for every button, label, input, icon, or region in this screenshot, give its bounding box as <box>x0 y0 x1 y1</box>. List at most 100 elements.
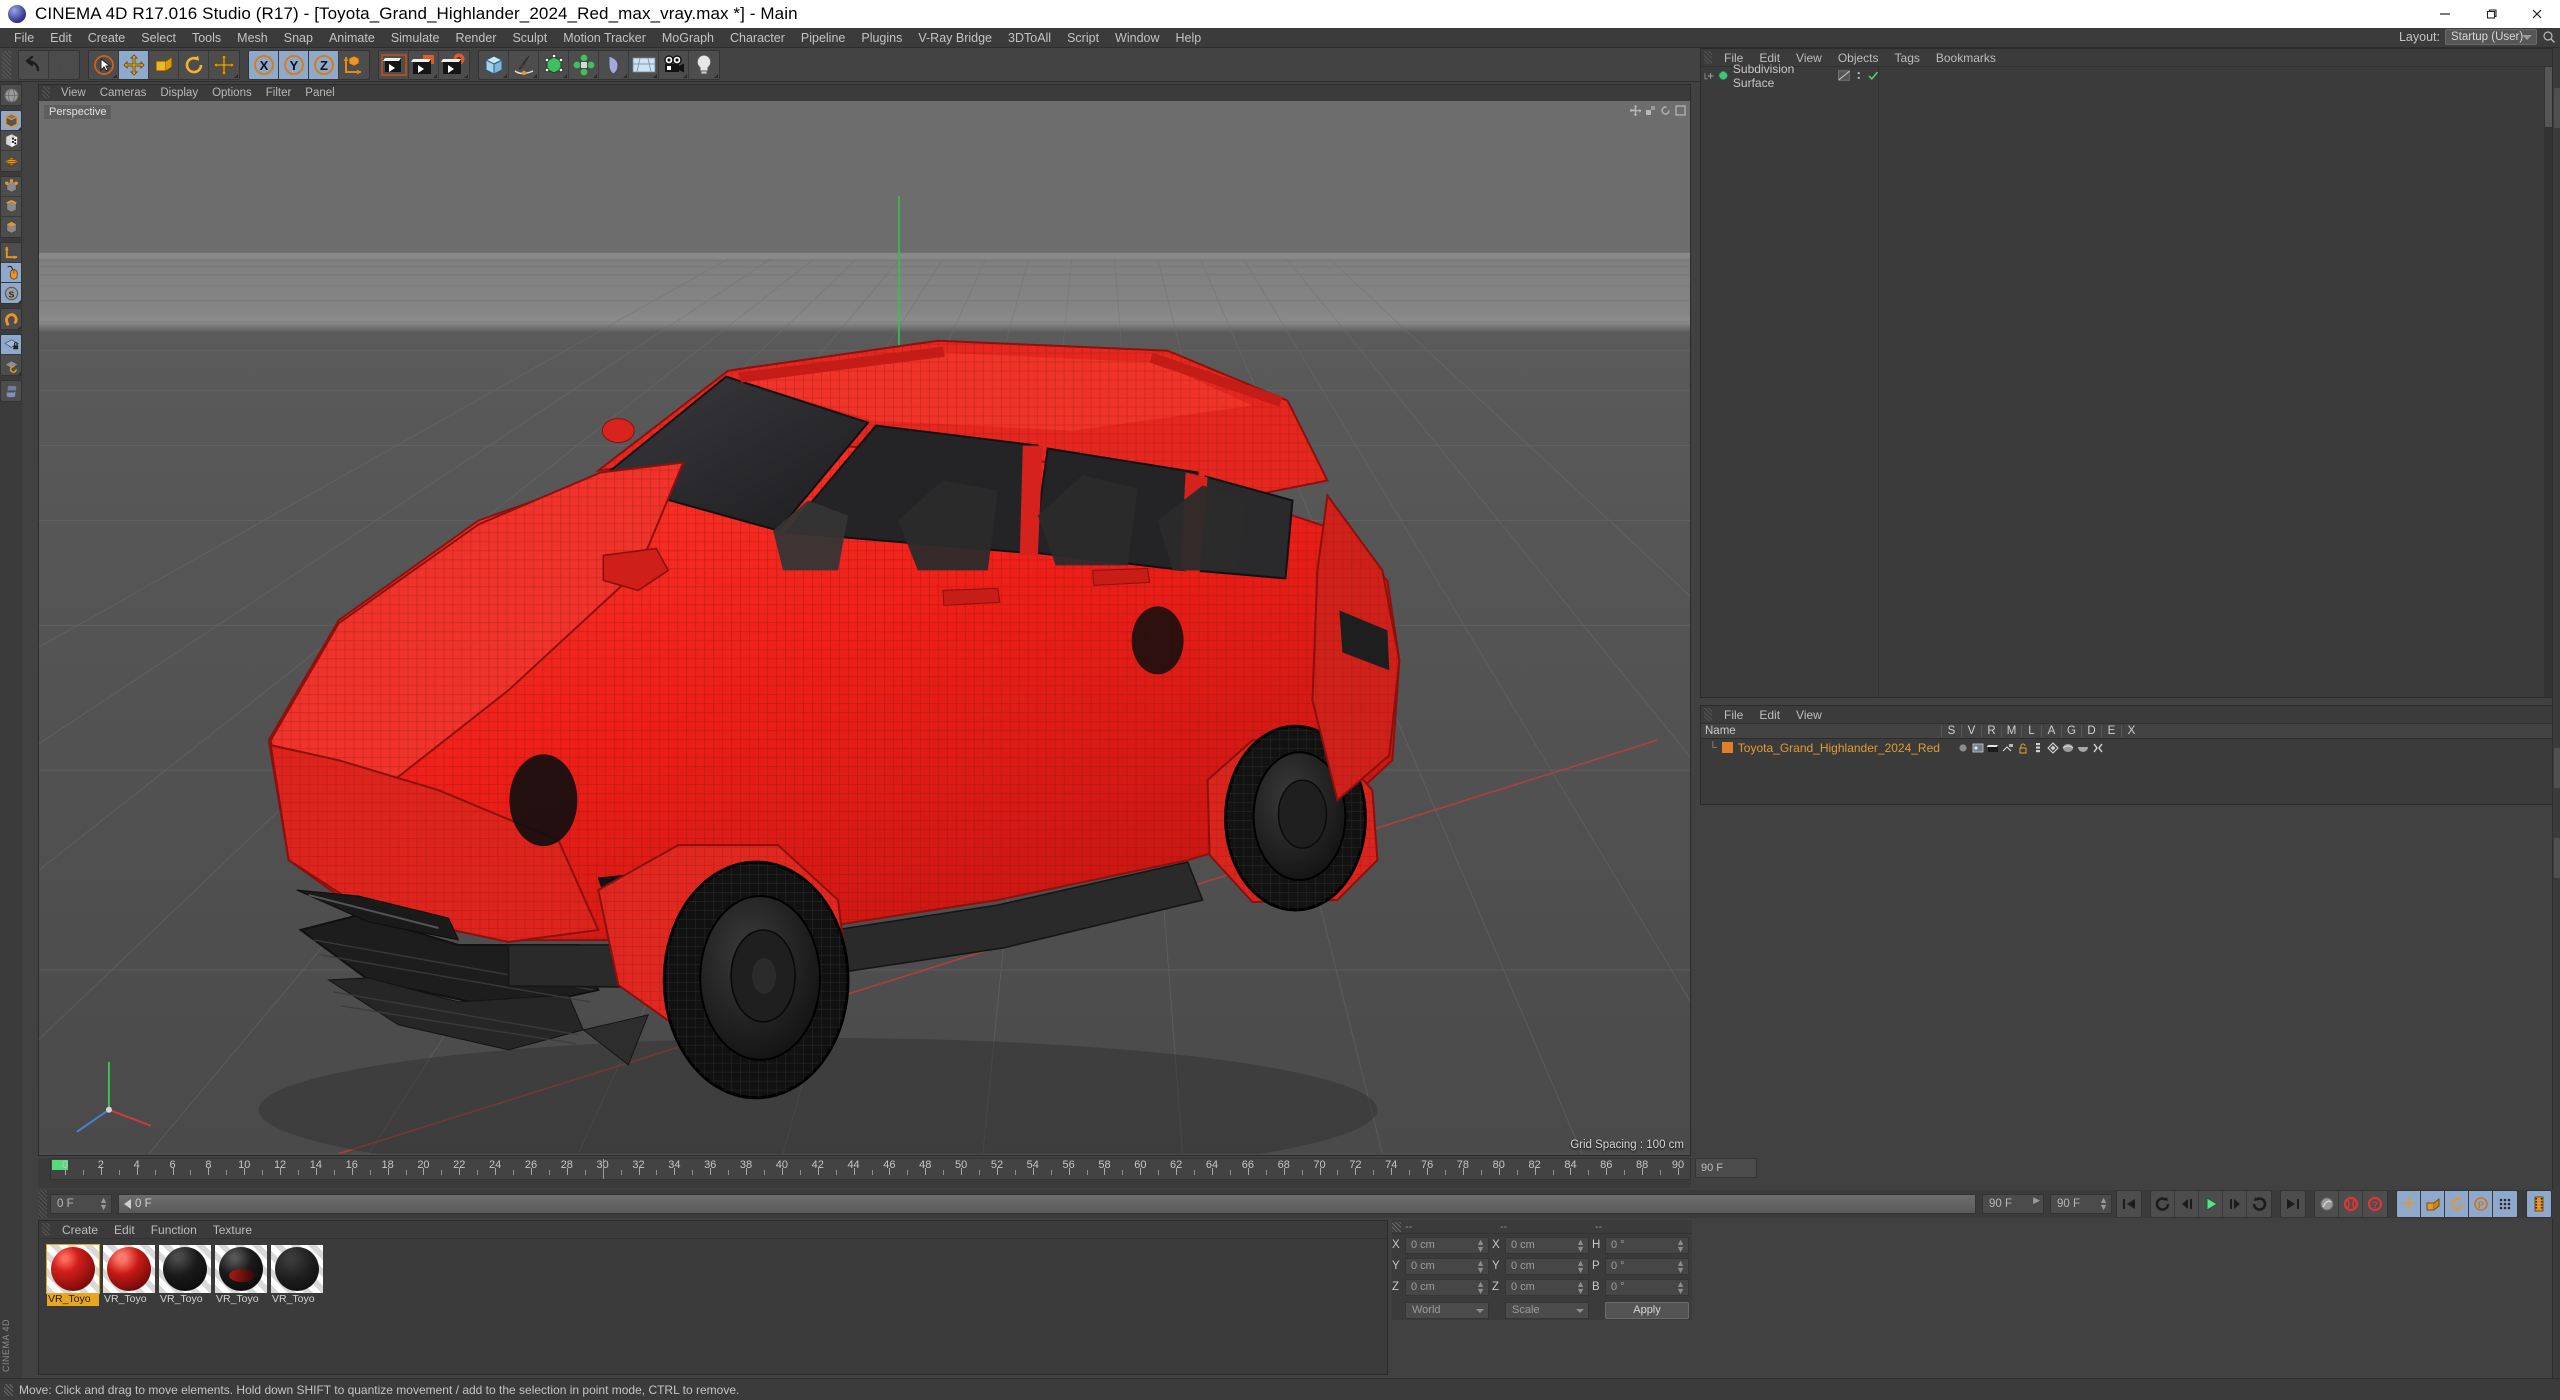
keyframe-selection-button[interactable]: ? <box>2363 1191 2387 1217</box>
scene-list-grip[interactable] <box>1704 708 1712 721</box>
column-header-d[interactable]: D <box>2081 725 2101 737</box>
current-frame-field[interactable]: 0 F ▲ ▼ <box>50 1194 112 1214</box>
object-manager-tree[interactable]: Subdivision Surface <box>1701 62 2555 697</box>
add-cube-button[interactable] <box>479 50 509 79</box>
menu-item-select[interactable]: Select <box>133 28 184 48</box>
material-swatch[interactable]: VR_Toyo <box>103 1245 155 1306</box>
viewport-menu-item-filter[interactable]: Filter <box>259 87 299 99</box>
animbar-grip[interactable] <box>38 1190 47 1218</box>
viewport-rotate-icon[interactable] <box>1660 103 1671 115</box>
coordinate-mode-dropdown[interactable]: Scale <box>1505 1301 1589 1319</box>
scene-menu-item-file[interactable]: File <box>1716 708 1751 722</box>
scene-menu-item-view[interactable]: View <box>1788 708 1830 722</box>
menu-item-edit[interactable]: Edit <box>42 28 80 48</box>
coordinates-grip[interactable] <box>1392 1221 1401 1232</box>
go-to-previous-frame-button[interactable] <box>2175 1191 2199 1217</box>
go-to-end-button[interactable] <box>2281 1191 2305 1217</box>
parameter-key-button[interactable]: P <box>2469 1191 2493 1217</box>
menu-item-script[interactable]: Script <box>1059 28 1107 48</box>
timeline-playhead[interactable] <box>602 1159 604 1179</box>
redo-button[interactable] <box>49 50 79 79</box>
maximize-button[interactable] <box>2468 0 2514 28</box>
spinner-icon[interactable]: ▲ ▼ <box>1476 1258 1485 1274</box>
go-to-previous-key-button[interactable] <box>2151 1191 2175 1217</box>
point-level-animation-button[interactable] <box>2493 1191 2517 1217</box>
timeline-ruler-bar[interactable]: 0246810121416182022242628303234363840424… <box>38 1158 1757 1188</box>
column-header-g[interactable]: G <box>2061 725 2081 737</box>
go-to-start-button[interactable] <box>2117 1191 2141 1217</box>
preview-end-field[interactable]: 90 F ▶ <box>1982 1194 2044 1214</box>
column-header-s[interactable]: S <box>1941 725 1961 737</box>
lock-x-axis[interactable]: X <box>249 50 279 79</box>
menu-item-animate[interactable]: Animate <box>321 28 383 48</box>
spinner-icon[interactable]: ▶ <box>2033 1196 2040 1205</box>
live-selection-tool[interactable] <box>89 50 119 79</box>
spinner-icon[interactable]: ▲ ▼ <box>1576 1279 1585 1295</box>
material-menu-item-texture[interactable]: Texture <box>205 1223 260 1237</box>
enable-snapping-tool[interactable] <box>1 309 21 329</box>
animation-icon[interactable] <box>2032 742 2044 754</box>
column-header-a[interactable]: A <box>2041 725 2061 737</box>
spinner-icon[interactable]: ▲ ▼ <box>1676 1237 1685 1253</box>
object-tree-tag-area[interactable] <box>1879 67 2555 697</box>
spinner-icon[interactable]: ▲ ▼ <box>1476 1279 1485 1295</box>
coord-input-position-z[interactable]: 0 cm ▲ ▼ <box>1405 1278 1489 1296</box>
coord-input-rotation-b[interactable]: 0 ° ▲ ▼ <box>1605 1278 1689 1296</box>
material-preview-sphere[interactable] <box>215 1245 267 1293</box>
workplane-rotate-tool[interactable] <box>1 355 21 375</box>
apply-button[interactable]: Apply <box>1605 1301 1689 1319</box>
python-console-tool[interactable] <box>1 381 21 401</box>
column-header-l[interactable]: L <box>2021 725 2041 737</box>
object-menu-item-tags[interactable]: Tags <box>1887 51 1928 65</box>
viewport-solo-tool[interactable] <box>1 263 21 283</box>
menu-item-plugins[interactable]: Plugins <box>853 28 910 48</box>
menu-item-motion-tracker[interactable]: Motion Tracker <box>555 28 654 48</box>
strip-handle-top[interactable] <box>2554 88 2560 128</box>
timeline-end-frame-field[interactable]: 90 F <box>1695 1158 1757 1178</box>
toolbar-grip[interactable] <box>2 50 11 79</box>
coord-input-position-y[interactable]: 0 cm ▲ ▼ <box>1405 1257 1489 1275</box>
viewport-grip[interactable] <box>42 87 50 99</box>
enabled-check-icon[interactable] <box>1867 70 1878 81</box>
menu-item-create[interactable]: Create <box>80 28 134 48</box>
column-header-x[interactable]: X <box>2121 725 2141 737</box>
expand-cross-icon[interactable] <box>1704 70 1714 81</box>
spinner-icon[interactable]: ▲ ▼ <box>1476 1237 1485 1253</box>
material-menu-item-function[interactable]: Function <box>143 1223 205 1237</box>
generator-icon[interactable] <box>2047 741 2059 754</box>
material-preview-sphere[interactable] <box>103 1245 155 1293</box>
deformer-icon[interactable] <box>2062 742 2074 754</box>
add-deformer-button[interactable] <box>599 50 629 79</box>
workplane-mode-tool[interactable] <box>1 151 21 171</box>
play-button[interactable] <box>2199 1191 2223 1217</box>
autokeying-button[interactable] <box>2339 1191 2363 1217</box>
coord-input-size-x[interactable]: 0 cm ▲ ▼ <box>1505 1236 1589 1254</box>
menu-item-mesh[interactable]: Mesh <box>229 28 276 48</box>
subdivision-editor-icon[interactable] <box>1837 70 1851 81</box>
material-menu-item-create[interactable]: Create <box>54 1223 106 1237</box>
object-row-subdivision-surface[interactable]: Subdivision Surface <box>1701 62 1878 90</box>
visibility-icon[interactable] <box>1972 742 1984 754</box>
coord-input-rotation-p[interactable]: 0 ° ▲ ▼ <box>1605 1257 1689 1275</box>
workplane-lock-tool[interactable] <box>1 335 21 355</box>
viewport-menu-item-cameras[interactable]: Cameras <box>93 87 154 99</box>
right-edge-strip[interactable] <box>2552 48 2560 1378</box>
viewport-menu-item-display[interactable]: Display <box>153 87 205 99</box>
add-light-button[interactable] <box>689 50 719 79</box>
scale-key-button[interactable] <box>2421 1191 2445 1217</box>
add-array-button[interactable] <box>569 50 599 79</box>
scene-menu-item-edit[interactable]: Edit <box>1751 708 1788 722</box>
menu-item-tools[interactable]: Tools <box>184 28 229 48</box>
object-axis-tool[interactable] <box>1 243 21 263</box>
lock-z-axis[interactable]: Z <box>309 50 339 79</box>
add-spline-button[interactable] <box>509 50 539 79</box>
viewport-menu-item-options[interactable]: Options <box>205 87 259 99</box>
undo-button[interactable] <box>19 50 49 79</box>
minimize-button[interactable] <box>2422 0 2468 28</box>
expression-icon[interactable] <box>2092 742 2104 754</box>
column-header-r[interactable]: R <box>1981 725 2001 737</box>
viewport-move-icon[interactable] <box>1629 103 1642 117</box>
rotation-key-button[interactable] <box>2445 1191 2469 1217</box>
menu-item-snap[interactable]: Snap <box>276 28 321 48</box>
add-generator-button[interactable] <box>539 50 569 79</box>
